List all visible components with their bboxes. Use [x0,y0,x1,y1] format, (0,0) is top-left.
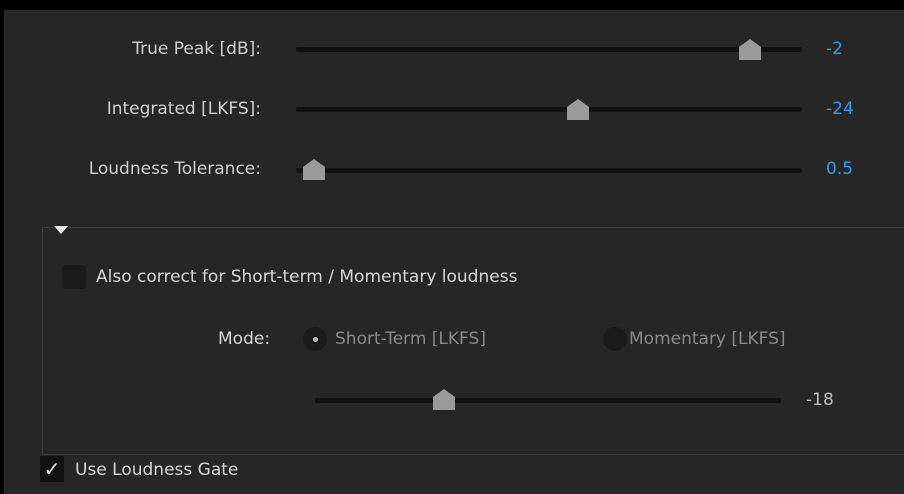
integrated-slider-thumb[interactable] [567,98,589,120]
integrated-slider-track[interactable] [296,107,802,112]
loudness-tolerance-slider-track[interactable] [296,168,802,173]
correct-short-term-label: Also correct for Short-term / Momentary … [96,267,518,287]
momentary-radio-label[interactable]: Momentary [LKFS] [629,328,786,350]
loudness-gate-label: Use Loudness Gate [75,460,239,480]
short-term-radio-label[interactable]: Short-Term [LKFS] [335,328,486,350]
short-term-radio[interactable] [303,327,327,351]
correct-short-term-checkbox[interactable] [62,265,86,289]
mode-label: Mode: [218,329,271,349]
true-peak-slider-track[interactable] [296,47,802,52]
true-peak-slider-thumb[interactable] [739,38,761,60]
loudness-tolerance-label: Loudness Tolerance: [88,159,261,179]
loudness-gate-checkbox[interactable]: ✓ [40,456,64,482]
integrated-value[interactable]: -24 [826,98,854,120]
triangle-down-icon[interactable] [54,220,68,234]
true-peak-label: True Peak [dB]: [132,39,261,59]
window-top-border [0,0,904,10]
integrated-label: Integrated [LKFS]: [106,99,261,119]
loudness-tolerance-value[interactable]: 0.5 [826,158,853,180]
loudness-tolerance-slider-thumb[interactable] [303,158,325,180]
short-term-slider-thumb[interactable] [433,388,455,410]
momentary-radio[interactable] [603,327,627,351]
window-left-border [0,0,4,494]
short-term-value: -18 [806,390,834,410]
short-term-slider-track[interactable] [315,398,781,403]
true-peak-value[interactable]: -2 [826,38,843,60]
